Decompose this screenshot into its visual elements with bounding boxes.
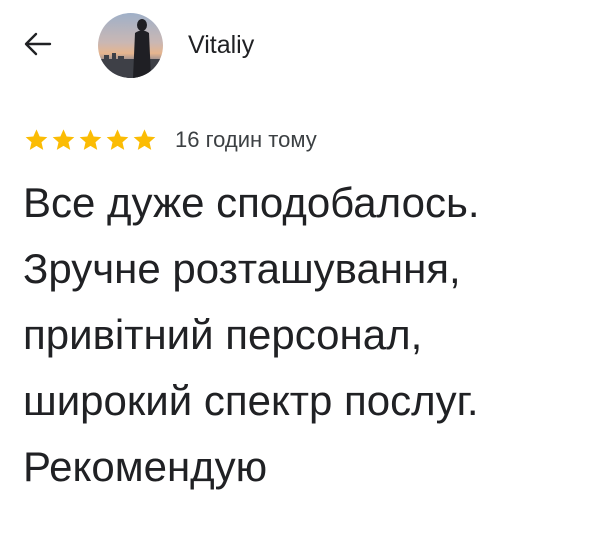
avatar-photo — [98, 13, 163, 78]
rating-row: 16 годин тому — [23, 125, 317, 155]
review-header: Vitaliy — [0, 0, 600, 90]
star-icon — [106, 129, 129, 150]
star-icon — [133, 129, 156, 150]
avatar[interactable] — [98, 13, 163, 78]
star-icon — [25, 129, 48, 150]
author-name[interactable]: Vitaliy — [188, 30, 254, 60]
review-timestamp: 16 годин тому — [175, 127, 317, 152]
review-line: Все дуже сподобалось. — [23, 179, 480, 226]
back-button[interactable] — [16, 22, 60, 66]
star-icon — [52, 129, 75, 150]
review-line: Зручне розташування, — [23, 245, 461, 292]
review-line: Рекомендую — [23, 443, 268, 490]
review-text: Все дуже сподобалось. Зручне розташуванн… — [23, 170, 588, 500]
star-rating — [23, 127, 158, 153]
star-icon — [79, 129, 102, 150]
arrow-left-icon — [24, 32, 52, 56]
review-line: привітний персонал, — [23, 311, 423, 358]
review-line: широкий спектр послуг. — [23, 377, 479, 424]
